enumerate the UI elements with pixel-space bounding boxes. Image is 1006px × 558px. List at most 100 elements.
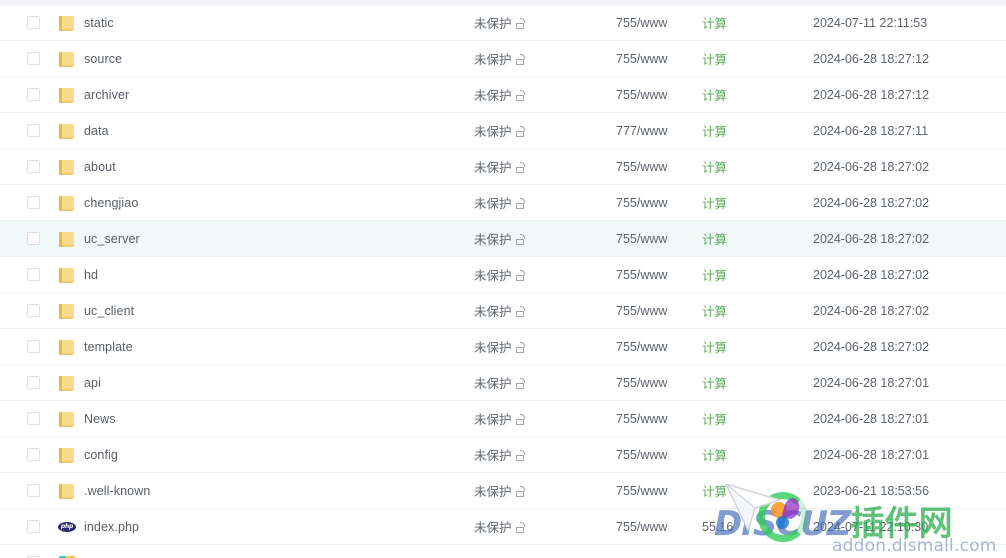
permission-owner-cell[interactable]: 755/www [616,52,702,66]
protect-status-cell[interactable]: 未保护 [474,337,616,356]
table-row[interactable]: hd 未保护 755/www 计算 2024-06-28 18:27:02 [0,257,1006,293]
calculate-size-link[interactable]: 计算 [702,413,727,427]
row-checkbox[interactable] [26,52,40,65]
file-name-cell[interactable]: template [58,338,474,356]
file-name-cell[interactable]: hd [58,266,474,284]
protect-status-cell[interactable]: 未保护 [474,445,616,464]
protect-status-cell[interactable]: 未保护 [474,409,616,428]
row-checkbox[interactable] [26,376,40,389]
table-row[interactable]: source 未保护 755/www 计算 2024-06-28 18:27:12 [0,41,1006,77]
permission-owner-cell[interactable]: 755/www [616,448,702,462]
row-checkbox[interactable] [26,448,40,461]
protect-status-cell[interactable]: 未保护 [474,121,616,140]
file-size-cell[interactable]: 计算 [702,13,812,32]
permission-owner-cell[interactable]: 755/www [616,268,702,282]
table-row[interactable]: php index.php 未保护 755/www 55.16 2024-07-11 22… [0,509,1006,545]
protect-status-cell[interactable]: 未保护 [474,481,616,500]
file-size-cell[interactable]: 计算 [702,85,812,104]
row-checkbox[interactable] [26,520,40,533]
unlock-icon[interactable] [515,270,526,281]
file-size-cell[interactable]: 计算 [702,49,812,68]
permission-owner-cell[interactable]: 755/www [616,232,702,246]
row-checkbox-cell[interactable] [0,520,58,533]
row-checkbox-cell[interactable] [0,88,58,101]
calculate-size-link[interactable]: 计算 [702,53,727,67]
calculate-size-link[interactable]: 计算 [702,17,727,31]
protect-status-cell[interactable]: 未保护 [474,49,616,68]
unlock-icon[interactable] [515,450,526,461]
table-row[interactable]: static 未保护 755/www 计算 2024-07-11 22:11:53 [0,5,1006,41]
file-size-cell[interactable]: 计算 [702,265,812,284]
row-checkbox[interactable] [26,304,40,317]
row-checkbox[interactable] [26,16,40,29]
table-row[interactable]: config 未保护 755/www 计算 2024-06-28 18:27:01 [0,437,1006,473]
protect-status-cell[interactable]: 未保护 [474,193,616,212]
row-checkbox-cell[interactable] [0,124,58,137]
row-checkbox[interactable] [26,340,40,353]
row-checkbox-cell[interactable] [0,232,58,245]
row-checkbox-cell[interactable] [0,448,58,461]
file-size-cell[interactable]: 计算 [702,229,812,248]
permission-owner-cell[interactable]: 755/www [616,16,702,30]
permission-owner-cell[interactable]: 755/www [616,196,702,210]
permission-owner-cell[interactable]: 755/www [616,484,702,498]
row-checkbox[interactable] [26,232,40,245]
unlock-icon[interactable] [515,306,526,317]
calculate-size-link[interactable]: 计算 [702,377,727,391]
table-row[interactable]: uc_server 未保护 755/www 计算 2024-06-28 18:27:02 [0,221,1006,257]
file-size-cell[interactable]: 计算 [702,373,812,392]
row-checkbox[interactable] [26,484,40,497]
table-row[interactable]: archiver 未保护 755/www 计算 2024-06-28 18:27:12 [0,77,1006,113]
table-row[interactable]: uc_client 未保护 755/www 计算 2024-06-28 18:27:02 [0,293,1006,329]
file-name-cell[interactable]: config [58,446,474,464]
protect-status-cell[interactable]: 未保护 [474,13,616,32]
file-size-cell[interactable]: 计算 [702,157,812,176]
table-row[interactable]: api 未保护 755/www 计算 2024-06-28 18:27:01 [0,365,1006,401]
unlock-icon[interactable] [515,486,526,497]
calculate-size-link[interactable]: 计算 [702,305,727,319]
file-size-cell[interactable]: 计算 [702,301,812,320]
file-name-cell[interactable]: archiver [58,86,474,104]
unlock-icon[interactable] [515,90,526,101]
file-name-cell[interactable]: api [58,374,474,392]
permission-owner-cell[interactable]: 755/www [616,88,702,102]
permission-owner-cell[interactable]: 755/www [616,520,702,534]
unlock-icon[interactable] [515,162,526,173]
file-name-cell[interactable]: data [58,122,474,140]
unlock-icon[interactable] [515,522,526,533]
row-checkbox-cell[interactable] [0,16,58,29]
calculate-size-link[interactable]: 计算 [702,485,727,499]
file-name-cell[interactable]: about [58,158,474,176]
calculate-size-link[interactable]: 计算 [702,161,727,175]
file-name-cell[interactable]: News [58,410,474,428]
unlock-icon[interactable] [515,126,526,137]
file-name-cell[interactable]: chengjiao [58,194,474,212]
permission-owner-cell[interactable]: 755/www [616,340,702,354]
row-checkbox-cell[interactable] [0,412,58,425]
row-checkbox-cell[interactable] [0,376,58,389]
row-checkbox[interactable] [26,196,40,209]
row-checkbox-cell[interactable] [0,160,58,173]
unlock-icon[interactable] [515,414,526,425]
unlock-icon[interactable] [515,342,526,353]
permission-owner-cell[interactable]: 755/www [616,160,702,174]
unlock-icon[interactable] [515,54,526,65]
row-checkbox[interactable] [26,124,40,137]
file-name-cell[interactable]: uc_server [58,230,474,248]
protect-status-cell[interactable]: 未保护 [474,301,616,320]
calculate-size-link[interactable]: 计算 [702,341,727,355]
unlock-icon[interactable] [515,18,526,29]
permission-owner-cell[interactable]: 755/www [616,376,702,390]
calculate-size-link[interactable]: 计算 [702,197,727,211]
permission-owner-cell[interactable]: 755/www [616,412,702,426]
table-row[interactable]: data 未保护 777/www 计算 2024-06-28 18:27:11 [0,113,1006,149]
file-size-cell[interactable]: 计算 [702,121,812,140]
file-name-cell[interactable]: static [58,14,474,32]
permission-owner-cell[interactable]: 777/www [616,124,702,138]
unlock-icon[interactable] [515,198,526,209]
permission-owner-cell[interactable]: 755/www [616,304,702,318]
file-size-cell[interactable]: 计算 [702,193,812,212]
protect-status-cell[interactable]: 未保护 [474,229,616,248]
file-size-cell[interactable]: 计算 [702,337,812,356]
row-checkbox[interactable] [26,268,40,281]
